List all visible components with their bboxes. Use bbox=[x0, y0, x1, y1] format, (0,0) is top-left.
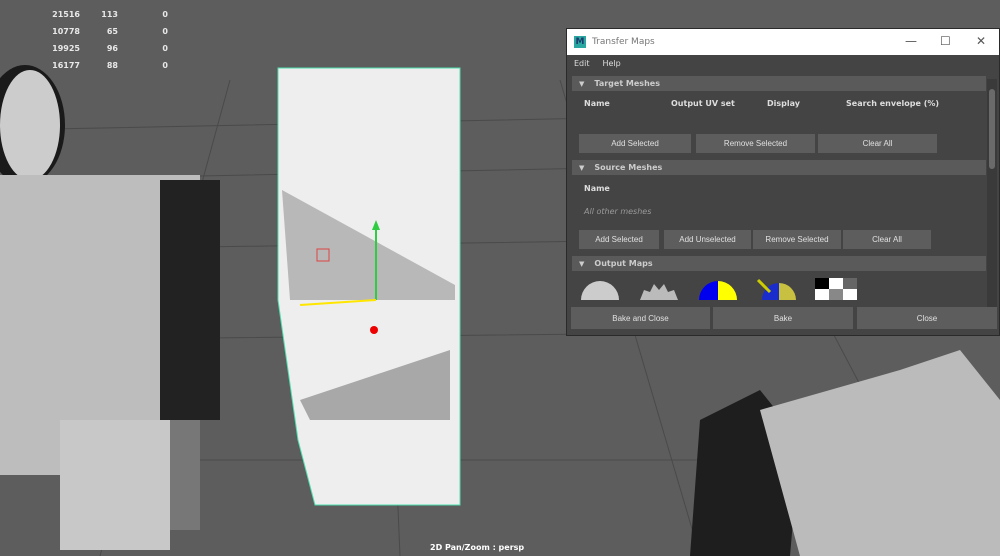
hud-value: 0 bbox=[162, 61, 168, 70]
scrollbar[interactable] bbox=[987, 79, 997, 315]
bake-button[interactable]: Bake bbox=[713, 307, 853, 329]
target-remove-selected-button[interactable]: Remove Selected bbox=[696, 134, 815, 153]
column-header: Name bbox=[584, 184, 610, 193]
hud-value: 113 bbox=[101, 10, 118, 19]
source-clear-all-button[interactable]: Clear All bbox=[843, 230, 931, 249]
ambient-occlusion-map-icon[interactable] bbox=[756, 278, 798, 300]
menu-bar: Edit Help bbox=[567, 55, 999, 72]
character-mesh-left bbox=[0, 65, 220, 550]
transfer-maps-window: M Transfer Maps — ☐ ✕ Edit Help ▼ Target … bbox=[566, 28, 1000, 336]
normal-map-icon[interactable] bbox=[579, 278, 621, 300]
hud-value: 19925 bbox=[52, 44, 80, 53]
section-title: Output Maps bbox=[594, 259, 653, 268]
hud-value: 0 bbox=[162, 44, 168, 53]
checker-map-icon[interactable] bbox=[815, 278, 857, 300]
source-add-selected-button[interactable]: Add Selected bbox=[579, 230, 659, 249]
source-meshes-section[interactable]: ▼ Source Meshes bbox=[572, 160, 986, 175]
hud-value: 16177 bbox=[52, 61, 80, 70]
camera-label: 2D Pan/Zoom : persp bbox=[430, 543, 525, 552]
source-list-placeholder: All other meshes bbox=[584, 207, 652, 216]
hud-value: 65 bbox=[106, 27, 118, 36]
source-add-unselected-button[interactable]: Add Unselected bbox=[664, 230, 751, 249]
rock-mesh-right bbox=[690, 350, 1000, 556]
hud-value: 88 bbox=[106, 61, 118, 70]
section-title: Source Meshes bbox=[594, 163, 663, 172]
scrollbar-thumb[interactable] bbox=[989, 89, 995, 169]
diffuse-map-icon[interactable] bbox=[697, 278, 739, 300]
hud-value: 10778 bbox=[52, 27, 80, 36]
maximize-button[interactable]: ☐ bbox=[940, 34, 951, 48]
bake-and-close-button[interactable]: Bake and Close bbox=[571, 307, 710, 329]
collapse-triangle-icon: ▼ bbox=[579, 163, 585, 172]
menu-edit[interactable]: Edit bbox=[574, 59, 590, 68]
collapse-triangle-icon: ▼ bbox=[579, 259, 585, 268]
target-clear-all-button[interactable]: Clear All bbox=[818, 134, 937, 153]
hud-value: 21516 bbox=[52, 10, 80, 19]
hud-value: 96 bbox=[106, 44, 118, 53]
selected-box-mesh bbox=[277, 67, 461, 506]
column-header: Search envelope (%) bbox=[846, 99, 940, 108]
poly-count-hud: 21516 113 0 10778 65 0 19925 96 0 16177 88 0 bbox=[30, 6, 168, 74]
source-remove-selected-button[interactable]: Remove Selected bbox=[753, 230, 841, 249]
column-header: Display bbox=[767, 99, 800, 108]
collapse-triangle-icon: ▼ bbox=[579, 79, 585, 88]
section-title: Target Meshes bbox=[594, 79, 660, 88]
maya-logo-icon: M bbox=[574, 36, 586, 48]
close-window-button[interactable]: ✕ bbox=[976, 34, 986, 48]
window-title: Transfer Maps bbox=[592, 37, 655, 47]
title-bar[interactable]: M Transfer Maps — ☐ ✕ bbox=[567, 29, 999, 55]
close-button[interactable]: Close bbox=[857, 307, 997, 329]
hud-value: 0 bbox=[162, 10, 168, 19]
column-header: Output UV set bbox=[671, 99, 735, 108]
output-maps-section[interactable]: ▼ Output Maps bbox=[572, 256, 986, 271]
minimize-button[interactable]: — bbox=[905, 34, 917, 48]
column-header: Name bbox=[584, 99, 610, 108]
target-add-selected-button[interactable]: Add Selected bbox=[579, 134, 691, 153]
hud-value: 0 bbox=[162, 27, 168, 36]
menu-help[interactable]: Help bbox=[603, 59, 621, 68]
displacement-map-icon[interactable] bbox=[638, 278, 680, 300]
target-meshes-section[interactable]: ▼ Target Meshes bbox=[572, 76, 986, 91]
